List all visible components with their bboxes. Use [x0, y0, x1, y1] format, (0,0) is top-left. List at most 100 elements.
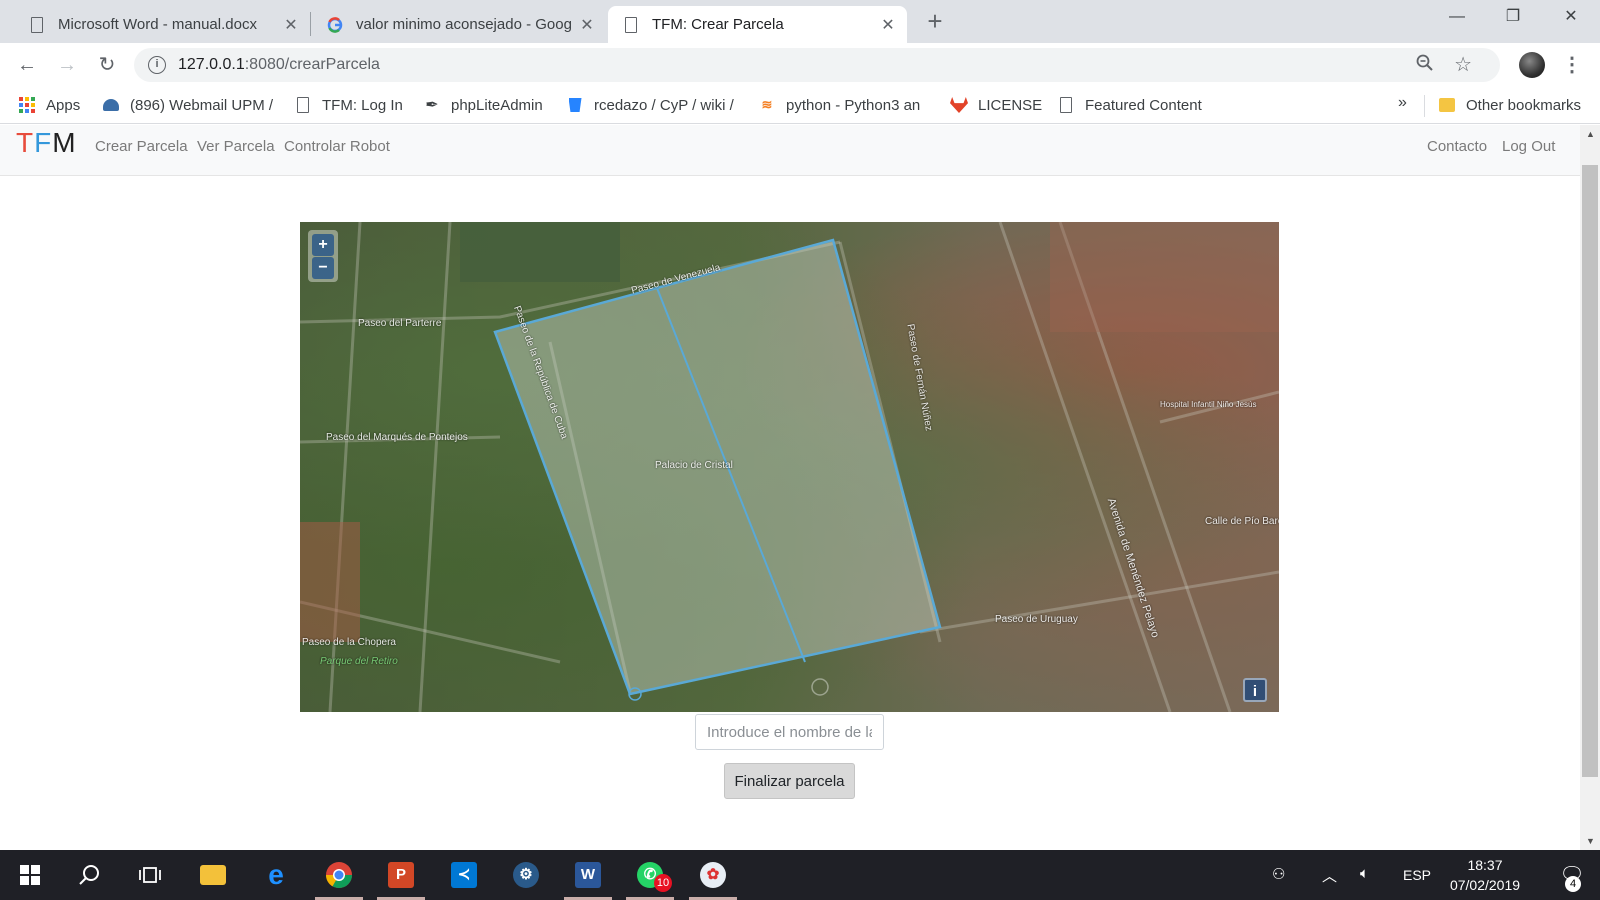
webmail-icon [102, 96, 120, 114]
close-window-button[interactable]: ✕ [1548, 0, 1594, 36]
gitlab-icon [950, 96, 968, 114]
page-content: TFM Crear Parcela Ver Parcela Controlar … [0, 125, 1580, 850]
steam-icon[interactable]: ⚙ [496, 850, 556, 900]
attribution-button[interactable]: i [1243, 678, 1267, 702]
bookmark-label: TFM: Log In [322, 96, 403, 114]
bookmark-webmail[interactable]: (896) Webmail UPM / [102, 95, 273, 115]
file-explorer-icon[interactable] [183, 850, 243, 900]
people-icon[interactable]: ⚇ [1272, 865, 1285, 883]
nav-controlar-robot[interactable]: Controlar Robot [284, 138, 390, 155]
zoom-icon[interactable] [1416, 54, 1434, 77]
document-icon [28, 16, 46, 34]
task-view-icon[interactable] [120, 850, 180, 900]
nav-contacto[interactable]: Contacto [1427, 138, 1487, 155]
powerpoint-icon[interactable]: P [371, 850, 431, 900]
start-icon[interactable] [0, 850, 60, 900]
parcela-name-input[interactable] [695, 714, 884, 750]
search-icon[interactable] [60, 850, 120, 900]
clock-date: 07/02/2019 [1449, 877, 1521, 893]
tab-google-search[interactable]: valor minimo aconsejado - Goog ✕ [312, 6, 606, 43]
word-icon[interactable]: W [558, 850, 618, 900]
back-icon[interactable]: ← [11, 49, 43, 81]
map-imagery [300, 222, 1279, 712]
edge-icon[interactable]: e [246, 850, 306, 900]
language-indicator[interactable]: ESP [1403, 867, 1431, 883]
scroll-down-arrow[interactable]: ▼ [1586, 836, 1595, 846]
tab-word-manual[interactable]: Microsoft Word - manual.docx ✕ [14, 6, 310, 43]
zoom-in-button[interactable]: + [312, 234, 334, 256]
bookmark-phpliteadmin[interactable]: ✒ phpLiteAdmin [423, 95, 543, 115]
address-bar[interactable]: i 127.0.0.1:8080/crearParcela ☆ [134, 48, 1500, 82]
new-tab-button[interactable]: + [921, 8, 949, 36]
bookmark-label: python - Python3 an [786, 96, 921, 114]
page-scrollbar[interactable]: ▲ ▼ [1580, 125, 1600, 850]
clock-time: 18:37 [1467, 857, 1503, 873]
show-hidden-icons[interactable]: ︿ [1322, 865, 1337, 886]
clock[interactable]: 18:37 07/02/2019 [1430, 855, 1540, 895]
map-label: Paseo del Parterre [358, 318, 442, 329]
feather-icon: ✒ [425, 97, 439, 114]
document-icon [622, 16, 640, 34]
notification-badge: 10 [654, 874, 672, 892]
restore-button[interactable]: ❐ [1490, 0, 1536, 36]
bookmark-featured-content[interactable]: Featured Content [1057, 95, 1202, 115]
scroll-up-arrow[interactable]: ▲ [1586, 129, 1595, 139]
paint-icon[interactable]: ✿ [683, 850, 743, 900]
zoom-control: + − [308, 230, 338, 282]
site-info-icon[interactable]: i [148, 56, 166, 74]
more-bookmarks-chevron[interactable]: » [1398, 94, 1407, 112]
bookmarks-bar: Apps (896) Webmail UPM / TFM: Log In ✒ p… [0, 87, 1600, 124]
bookmark-label: Other bookmarks [1466, 96, 1582, 114]
zoom-out-button[interactable]: − [312, 257, 334, 279]
map-label: Palacio de Cristal [655, 460, 733, 471]
tab-title: TFM: Crear Parcela [652, 16, 784, 33]
url-text[interactable]: 127.0.0.1:8080/crearParcela [178, 56, 380, 74]
google-icon [326, 16, 344, 34]
whatsapp-icon[interactable]: ✆ 10 [620, 850, 680, 900]
chrome-icon[interactable] [309, 850, 369, 900]
reload-icon[interactable]: ↻ [91, 49, 123, 81]
bookmark-python-so[interactable]: ≋ python - Python3 an [758, 95, 921, 115]
map-label: Paseo de la Chopera [302, 637, 396, 648]
bookmark-tfm-login[interactable]: TFM: Log In [294, 95, 403, 115]
brand-logo[interactable]: TFM [16, 127, 77, 159]
volume-icon[interactable]: 🔈︎ [1360, 865, 1369, 882]
bookmark-label: phpLiteAdmin [451, 96, 543, 114]
map-label: Paseo de Uruguay [995, 614, 1078, 625]
bookmark-label: rcedazo / CyP / wiki / [594, 96, 734, 114]
tab-separator [310, 12, 311, 36]
forward-icon[interactable]: → [51, 49, 83, 81]
browser-menu-icon[interactable]: ⋮ [1562, 52, 1582, 77]
finalizar-parcela-button[interactable]: Finalizar parcela [724, 763, 855, 799]
bookmark-apps[interactable]: Apps [18, 95, 80, 115]
stackoverflow-icon: ≋ [761, 97, 773, 112]
map-label: Hospital Infantil Niño Jesús [1160, 400, 1257, 409]
close-tab-icon[interactable]: ✕ [578, 15, 596, 35]
minimize-button[interactable]: — [1434, 0, 1480, 36]
tab-crear-parcela[interactable]: TFM: Crear Parcela ✕ [608, 6, 907, 43]
close-tab-icon[interactable]: ✕ [282, 15, 300, 35]
other-bookmarks[interactable]: Other bookmarks [1438, 95, 1581, 115]
bitbucket-icon [566, 96, 584, 114]
scroll-thumb[interactable] [1582, 165, 1598, 777]
bookmark-label: Featured Content [1085, 96, 1202, 114]
nav-log-out[interactable]: Log Out [1502, 138, 1555, 155]
nav-ver-parcela[interactable]: Ver Parcela [197, 138, 275, 155]
bookmark-license[interactable]: LICENSE [950, 95, 1042, 115]
folder-icon [1438, 96, 1456, 114]
document-icon [294, 96, 312, 114]
map-label: Parque del Retiro [320, 656, 398, 667]
satellite-map[interactable]: Paseo del Parterre Paseo de Venezuela Pa… [300, 222, 1279, 712]
tab-strip: Microsoft Word - manual.docx ✕ valor min… [0, 0, 1600, 43]
windows-taskbar: e P ≺ ⚙ W ✆ 10 ✿ ⚇ ︿ 🔈︎ ESP 18:37 07/02/… [0, 850, 1600, 900]
nav-crear-parcela[interactable]: Crear Parcela [95, 138, 188, 155]
bookmark-rcedazo-wiki[interactable]: rcedazo / CyP / wiki / [566, 95, 734, 115]
vscode-icon[interactable]: ≺ [434, 850, 494, 900]
map-label: Calle de Pío Baroja [1205, 516, 1279, 527]
bookmark-star-icon[interactable]: ☆ [1454, 52, 1472, 77]
apps-grid-icon [18, 96, 36, 114]
profile-avatar[interactable] [1519, 52, 1545, 78]
bookmark-label: (896) Webmail UPM / [130, 96, 274, 114]
bookmarks-divider [1424, 95, 1425, 117]
close-tab-icon[interactable]: ✕ [879, 15, 897, 35]
